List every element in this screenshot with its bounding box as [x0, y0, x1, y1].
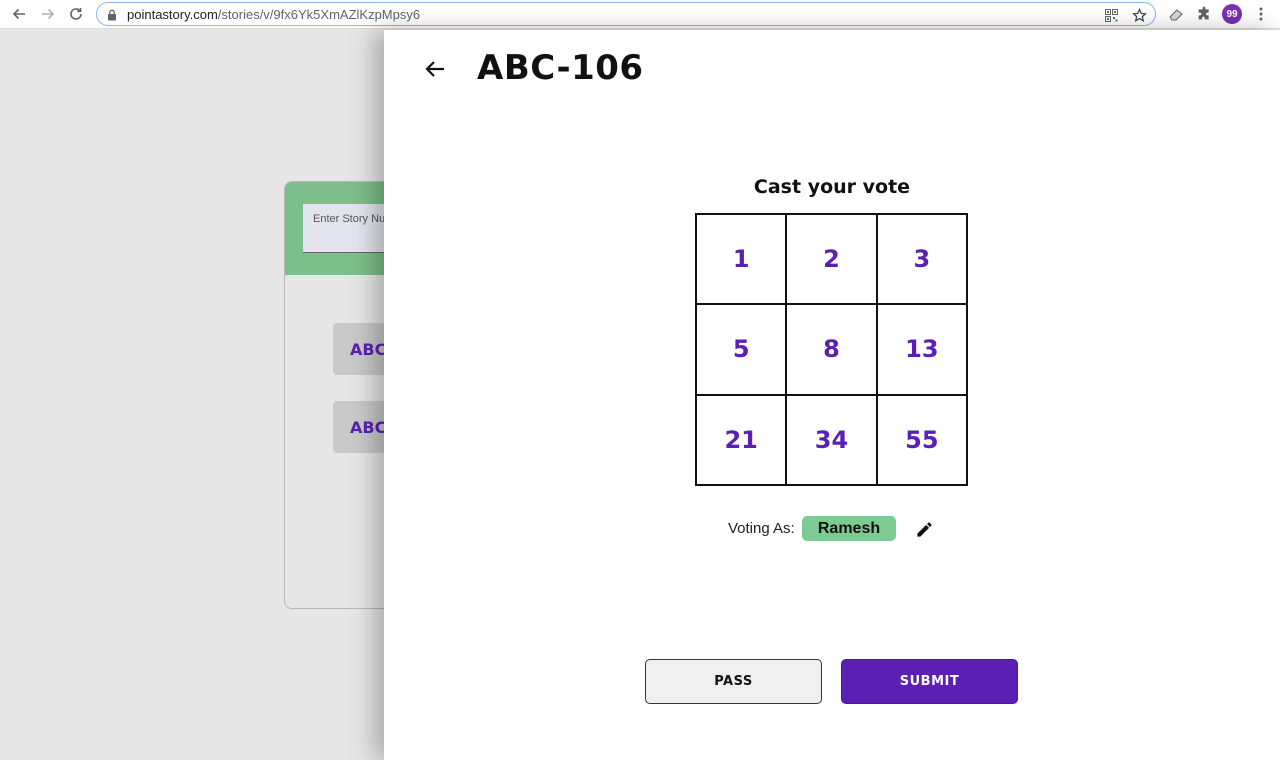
bookmark-star-icon[interactable]	[1130, 6, 1148, 24]
back-arrow-icon[interactable]	[8, 4, 30, 24]
more-vert-icon[interactable]	[1251, 4, 1271, 24]
address-bar[interactable]: pointastory.com/stories/v/9fx6Yk5XmAZlKz…	[96, 2, 1156, 26]
story-title: ABC-106	[477, 48, 644, 88]
arrow-left-icon	[425, 61, 444, 77]
edit-name-button[interactable]	[912, 517, 936, 541]
submit-button[interactable]: SUBMIT	[841, 659, 1018, 704]
voting-as-label: Voting As:	[728, 520, 795, 537]
vote-option-55[interactable]: 55	[876, 394, 967, 485]
vote-options-grid: 1 2 3 5 8 13 21 34 55	[695, 213, 968, 486]
vote-drawer: ABC-106 Cast your vote 1 2 3 5 8 13 21 3…	[384, 30, 1280, 760]
url-text: pointastory.com/stories/v/9fx6Yk5XmAZlKz…	[127, 7, 421, 22]
pass-button[interactable]: PASS	[645, 659, 822, 704]
vote-option-13[interactable]: 13	[876, 304, 967, 395]
vote-option-34[interactable]: 34	[786, 394, 877, 485]
voter-name-chip[interactable]: Ramesh	[802, 516, 896, 541]
story-input-placeholder: Enter Story Nu	[313, 213, 386, 225]
extension-eraser-icon[interactable]	[1166, 4, 1186, 24]
vote-option-3[interactable]: 3	[876, 214, 967, 305]
reload-icon[interactable]	[65, 4, 87, 24]
vote-heading: Cast your vote	[753, 176, 911, 198]
vote-option-1[interactable]: 1	[696, 214, 787, 305]
profile-avatar[interactable]: 99	[1222, 4, 1242, 24]
vote-option-5[interactable]: 5	[696, 304, 787, 395]
vote-option-2[interactable]: 2	[786, 214, 877, 305]
vote-option-8[interactable]: 8	[786, 304, 877, 395]
qr-code-icon[interactable]	[1102, 6, 1120, 24]
extensions-puzzle-icon[interactable]	[1194, 4, 1214, 24]
forward-arrow-icon[interactable]	[37, 4, 59, 24]
pencil-icon	[916, 521, 932, 537]
lock-icon	[107, 8, 117, 26]
back-button[interactable]	[420, 54, 450, 84]
browser-toolbar: pointastory.com/stories/v/9fx6Yk5XmAZlKz…	[0, 0, 1280, 29]
vote-option-21[interactable]: 21	[696, 394, 787, 485]
